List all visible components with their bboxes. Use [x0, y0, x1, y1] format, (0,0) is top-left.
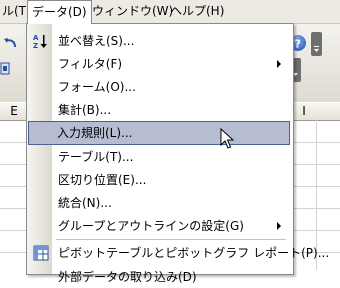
format-icon[interactable] — [0, 61, 10, 77]
menu-item-label: 集計(B)... — [58, 103, 112, 117]
menubar-item-help[interactable]: ヘルプ(H) — [166, 0, 228, 22]
menu-item-label: 統合(N)... — [58, 196, 112, 210]
menu-item-external-data[interactable]: 外部データの取り込み(D) — [29, 266, 289, 288]
menu-bar: ル(T) データ(D) ウィンドウ(W) ヘルプ(H) — [0, 0, 340, 24]
menu-item-group-outline[interactable]: グループとアウトラインの設定(G) — [29, 215, 289, 237]
menu-item-filter[interactable]: フィルタ(F) — [29, 53, 289, 75]
toolbar-options-icon[interactable] — [311, 32, 322, 56]
menu-item-form[interactable]: フォーム(O)... — [29, 76, 289, 98]
svg-text:A: A — [33, 34, 39, 42]
mouse-cursor-icon — [220, 127, 235, 153]
menu-item-table[interactable]: テーブル(T)... — [29, 146, 289, 168]
svg-text:?: ? — [295, 38, 301, 51]
menu-item-label: フォーム(O)... — [58, 80, 136, 94]
menu-item-label: グループとアウトラインの設定(G) — [58, 219, 244, 233]
menu-item-label: テーブル(T)... — [58, 150, 134, 164]
menu-item-pivot-table[interactable]: ピボットテーブルとピボットグラフ レポート(P)... — [29, 242, 329, 264]
submenu-arrow-icon — [277, 60, 281, 68]
menubar-item-window[interactable]: ウィンドウ(W) — [88, 0, 177, 22]
pivot-table-icon — [33, 245, 49, 261]
submenu-arrow-icon — [277, 222, 281, 230]
menu-separator — [56, 239, 286, 240]
menubar-item-data[interactable]: データ(D) — [27, 0, 92, 24]
menu-item-label: ピボットテーブルとピボットグラフ レポート(P)... — [58, 246, 330, 260]
menu-item-consolidate[interactable]: 統合(N)... — [29, 192, 289, 214]
column-header-i[interactable]: I — [292, 103, 316, 120]
undo-icon[interactable] — [2, 34, 18, 52]
menu-item-text-to-columns[interactable]: 区切り位置(E)... — [29, 169, 289, 191]
menu-item-label: フィルタ(F) — [58, 57, 123, 71]
data-menu-dropdown: A Z 並べ替え(S)... フィルタ(F) フォーム(O)... 集計(B).… — [26, 23, 329, 284]
menu-item-validation[interactable]: 入力規則(L)... — [28, 121, 290, 145]
menu-item-label: 並べ替え(S)... — [58, 34, 135, 48]
menu-item-label: 外部データの取り込み(D) — [58, 270, 197, 284]
menu-item-sort[interactable]: A Z 並べ替え(S)... — [29, 30, 289, 52]
sort-az-icon: A Z — [33, 33, 49, 50]
svg-text:Z: Z — [33, 42, 38, 50]
column-header-e[interactable]: E — [0, 103, 29, 120]
menu-item-label: 区切り位置(E)... — [58, 173, 147, 187]
menu-item-label: 入力規則(L)... — [57, 126, 133, 140]
menu-item-subtotal[interactable]: 集計(B)... — [29, 99, 289, 121]
